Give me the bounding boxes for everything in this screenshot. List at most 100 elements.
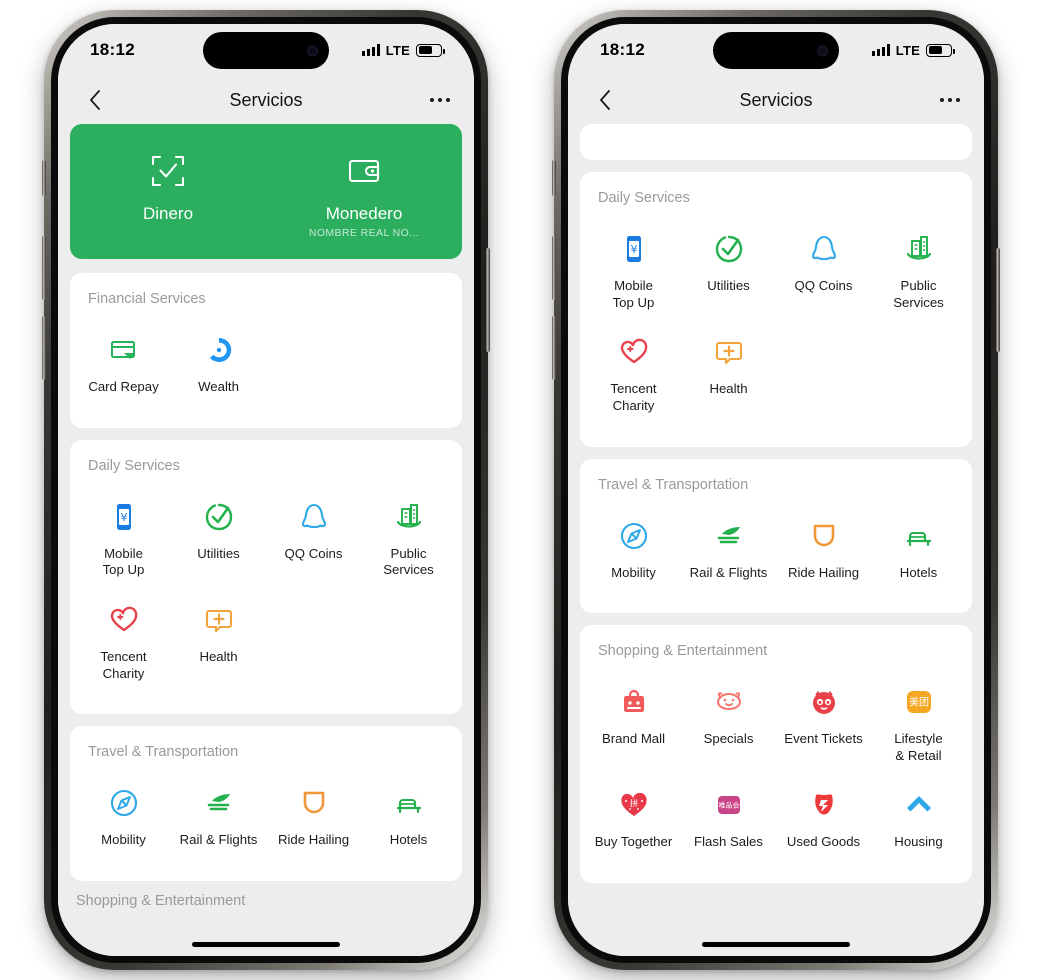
tile-qq-coins[interactable]: QQ Coins [776, 222, 871, 325]
tile-label: Event Tickets [784, 731, 863, 747]
volume-up-button[interactable] [42, 236, 46, 300]
home-indicator[interactable] [702, 942, 850, 947]
tile-specials[interactable]: Specials [681, 675, 776, 778]
health-plus-icon [714, 335, 744, 369]
nav-bar: Servicios [58, 76, 474, 124]
phone-screen-left: 18:12 LTE Servicios Dinero Monedero NOMB… [58, 24, 474, 956]
tile-hotels[interactable]: Hotels [871, 509, 966, 596]
brand-mall-bag-icon [619, 685, 649, 719]
scan-money-icon [148, 150, 188, 192]
section-daily-services: Daily Services ¥ Mobile Top Up Utilities… [70, 439, 462, 715]
tile-label: Used Goods [786, 834, 861, 850]
tile-utilities[interactable]: Utilities [171, 490, 266, 593]
qq-penguin-icon [299, 500, 329, 534]
tile-ride-hailing[interactable]: Ride Hailing [266, 776, 361, 863]
tile-health[interactable]: Health [171, 593, 266, 696]
tile-label: Specials [703, 731, 754, 747]
svg-text:¥: ¥ [630, 243, 637, 256]
rail-flights-icon [714, 519, 744, 553]
tile-spacer [266, 323, 361, 410]
tile-flash-sales[interactable]: 唯品会 Flash Sales [681, 778, 776, 865]
tile-ride-hailing[interactable]: Ride Hailing [776, 509, 871, 596]
tile-label: Flash Sales [694, 834, 763, 850]
tile-tencent-charity[interactable]: Tencent Charity [586, 325, 681, 428]
hotel-bed-icon [904, 519, 934, 553]
volume-down-button[interactable] [552, 316, 556, 380]
specials-pig-icon [714, 685, 744, 719]
tile-event-tickets[interactable]: Event Tickets [776, 675, 871, 778]
home-indicator[interactable] [192, 942, 340, 947]
tile-rail-flights[interactable]: Rail & Flights [171, 776, 266, 863]
tile-label: Hotels [389, 832, 428, 848]
network-type-label: LTE [895, 42, 920, 58]
back-button[interactable] [82, 87, 108, 113]
scroll-content-left[interactable]: Dinero Monedero NOMBRE REAL NO... Financ… [58, 124, 474, 956]
svg-text:唯品会: 唯品会 [718, 801, 739, 810]
tile-hotels[interactable]: Hotels [361, 776, 456, 863]
more-options-button[interactable] [430, 98, 450, 102]
tile-spacer [361, 323, 456, 410]
more-options-button[interactable] [940, 98, 960, 102]
tile-mobility[interactable]: Mobility [586, 509, 681, 596]
section-travel-transportation: Travel & Transportation Mobility Rail & … [580, 458, 972, 614]
mobility-compass-icon [109, 786, 139, 820]
volume-down-button[interactable] [42, 316, 46, 380]
tile-wealth[interactable]: Wealth [171, 323, 266, 410]
tile-buy-together[interactable]: 拼 Buy Together [586, 778, 681, 865]
tile-tencent-charity[interactable]: Tencent Charity [76, 593, 171, 696]
status-indicators: LTE [361, 43, 445, 58]
tile-utilities[interactable]: Utilities [681, 222, 776, 325]
section-daily-services: Daily Services ¥ Mobile Top Up Utilities… [580, 172, 972, 447]
tile-lifestyle-retail[interactable]: 美团 Lifestyle & Retail [871, 675, 966, 778]
quick-action-dinero[interactable]: Dinero [70, 150, 266, 239]
section-title: Travel & Transportation [598, 476, 749, 493]
tile-spacer [871, 325, 966, 428]
tile-card-repay[interactable]: Card Repay [76, 323, 171, 410]
quick-action-label: Dinero [142, 204, 194, 223]
phone-right: 18:12 LTE Servicios Daily Services ¥ Mob… [552, 10, 1000, 970]
tile-mobile-top-up[interactable]: ¥ Mobile Top Up [586, 222, 681, 325]
ride-hailing-icon [299, 786, 329, 820]
section-shopping-entertainment: Shopping & Entertainment Brand Mall Spec… [580, 625, 972, 883]
tile-public-services[interactable]: Public Services [871, 222, 966, 325]
status-bar: 18:12 LTE [568, 24, 984, 76]
clipped-section-title: Shopping & Entertainment [76, 892, 246, 909]
pinduoduo-heart-icon: 拼 [619, 788, 649, 822]
tile-brand-mall[interactable]: Brand Mall [586, 675, 681, 778]
tile-qq-coins[interactable]: QQ Coins [266, 490, 361, 593]
tile-label: Brand Mall [601, 731, 666, 747]
tile-label: Card Repay [88, 379, 159, 394]
tile-mobility[interactable]: Mobility [76, 776, 171, 863]
scroll-content-right[interactable]: Daily Services ¥ Mobile Top Up Utilities… [568, 124, 984, 956]
tile-label: Wealth [198, 379, 239, 394]
status-indicators: LTE [871, 42, 955, 58]
tile-health[interactable]: Health [681, 325, 776, 428]
quick-actions-row: Dinero Monedero NOMBRE REAL NO... [70, 150, 462, 239]
tile-spacer [361, 593, 456, 696]
power-button[interactable] [996, 248, 1000, 352]
svg-text:¥: ¥ [120, 511, 127, 524]
tile-public-services[interactable]: Public Services [361, 490, 456, 593]
power-button[interactable] [486, 248, 490, 352]
chevron-left-icon [600, 90, 610, 110]
back-button[interactable] [592, 87, 618, 113]
tile-used-goods[interactable]: Used Goods [776, 778, 871, 865]
housing-icon [904, 788, 934, 822]
volume-up-button[interactable] [552, 236, 556, 300]
partial-card-above [580, 124, 972, 160]
tile-label: Mobility [101, 832, 146, 848]
charity-heart-icon [619, 335, 649, 369]
charity-heart-icon [109, 603, 139, 637]
quick-action-monedero[interactable]: Monedero NOMBRE REAL NO... [266, 150, 462, 239]
action-button[interactable] [42, 160, 46, 196]
quick-actions-card: Dinero Monedero NOMBRE REAL NO... [70, 124, 462, 259]
tile-label: Utilities [197, 545, 240, 561]
tile-label: Mobility [611, 564, 656, 580]
tile-rail-flights[interactable]: Rail & Flights [681, 509, 776, 596]
page-title: Servicios [229, 89, 303, 110]
health-plus-icon [204, 603, 234, 637]
action-button[interactable] [552, 160, 556, 196]
mobile-topup-icon: ¥ [109, 500, 139, 534]
tile-mobile-top-up[interactable]: ¥ Mobile Top Up [76, 490, 171, 593]
tile-housing[interactable]: Housing [871, 778, 966, 865]
